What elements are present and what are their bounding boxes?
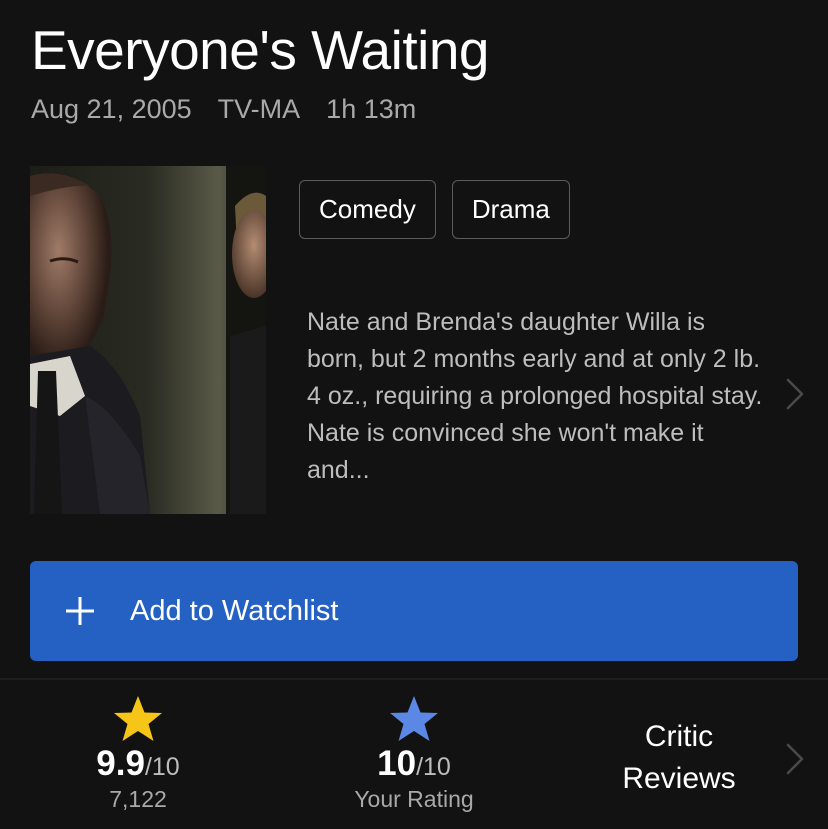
genre-chip-drama[interactable]: Drama bbox=[451, 180, 570, 239]
poster-image bbox=[30, 166, 266, 514]
air-date: Aug 21, 2005 bbox=[31, 94, 192, 124]
episode-title: Everyone's Waiting bbox=[31, 19, 490, 81]
imdb-rating-value: 9.9 bbox=[96, 744, 145, 783]
genre-chip-comedy[interactable]: Comedy bbox=[299, 180, 436, 239]
episode-detail-page: Everyone's Waiting Aug 21, 2005 TV-MA 1h… bbox=[0, 0, 828, 829]
imdb-vote-count: 7,122 bbox=[109, 786, 167, 812]
watchlist-label: Add to Watchlist bbox=[130, 594, 339, 627]
content-rating: TV-MA bbox=[217, 94, 301, 124]
star-icon bbox=[114, 696, 162, 741]
episode-poster[interactable] bbox=[30, 166, 266, 514]
episode-meta: Aug 21, 2005 TV-MA 1h 13m bbox=[31, 94, 416, 125]
imdb-rating-scale: /10 bbox=[144, 753, 180, 781]
chevron-right-icon[interactable] bbox=[783, 742, 807, 776]
critic-reviews-line2: Reviews bbox=[622, 762, 736, 795]
add-to-watchlist-button[interactable]: Add to Watchlist bbox=[30, 561, 798, 661]
runtime: 1h 13m bbox=[326, 94, 417, 124]
star-icon bbox=[390, 696, 438, 741]
plus-icon bbox=[30, 561, 130, 661]
your-rating[interactable]: 10/10 Your Rating bbox=[334, 694, 494, 813]
critic-reviews-link[interactable]: Critic Reviews bbox=[600, 716, 758, 800]
genre-list: Comedy Drama bbox=[299, 180, 570, 239]
critic-reviews-line1: Critic bbox=[644, 720, 714, 753]
chevron-right-icon[interactable] bbox=[783, 377, 807, 411]
imdb-rating: 9.9/10 7,122 bbox=[78, 694, 198, 813]
your-rating-label: Your Rating bbox=[354, 786, 474, 812]
your-rating-scale: /10 bbox=[416, 753, 451, 781]
plot-summary[interactable]: Nate and Brenda's daughter Willa is born… bbox=[307, 304, 767, 489]
section-divider bbox=[0, 678, 828, 680]
your-rating-value: 10 bbox=[377, 744, 417, 783]
